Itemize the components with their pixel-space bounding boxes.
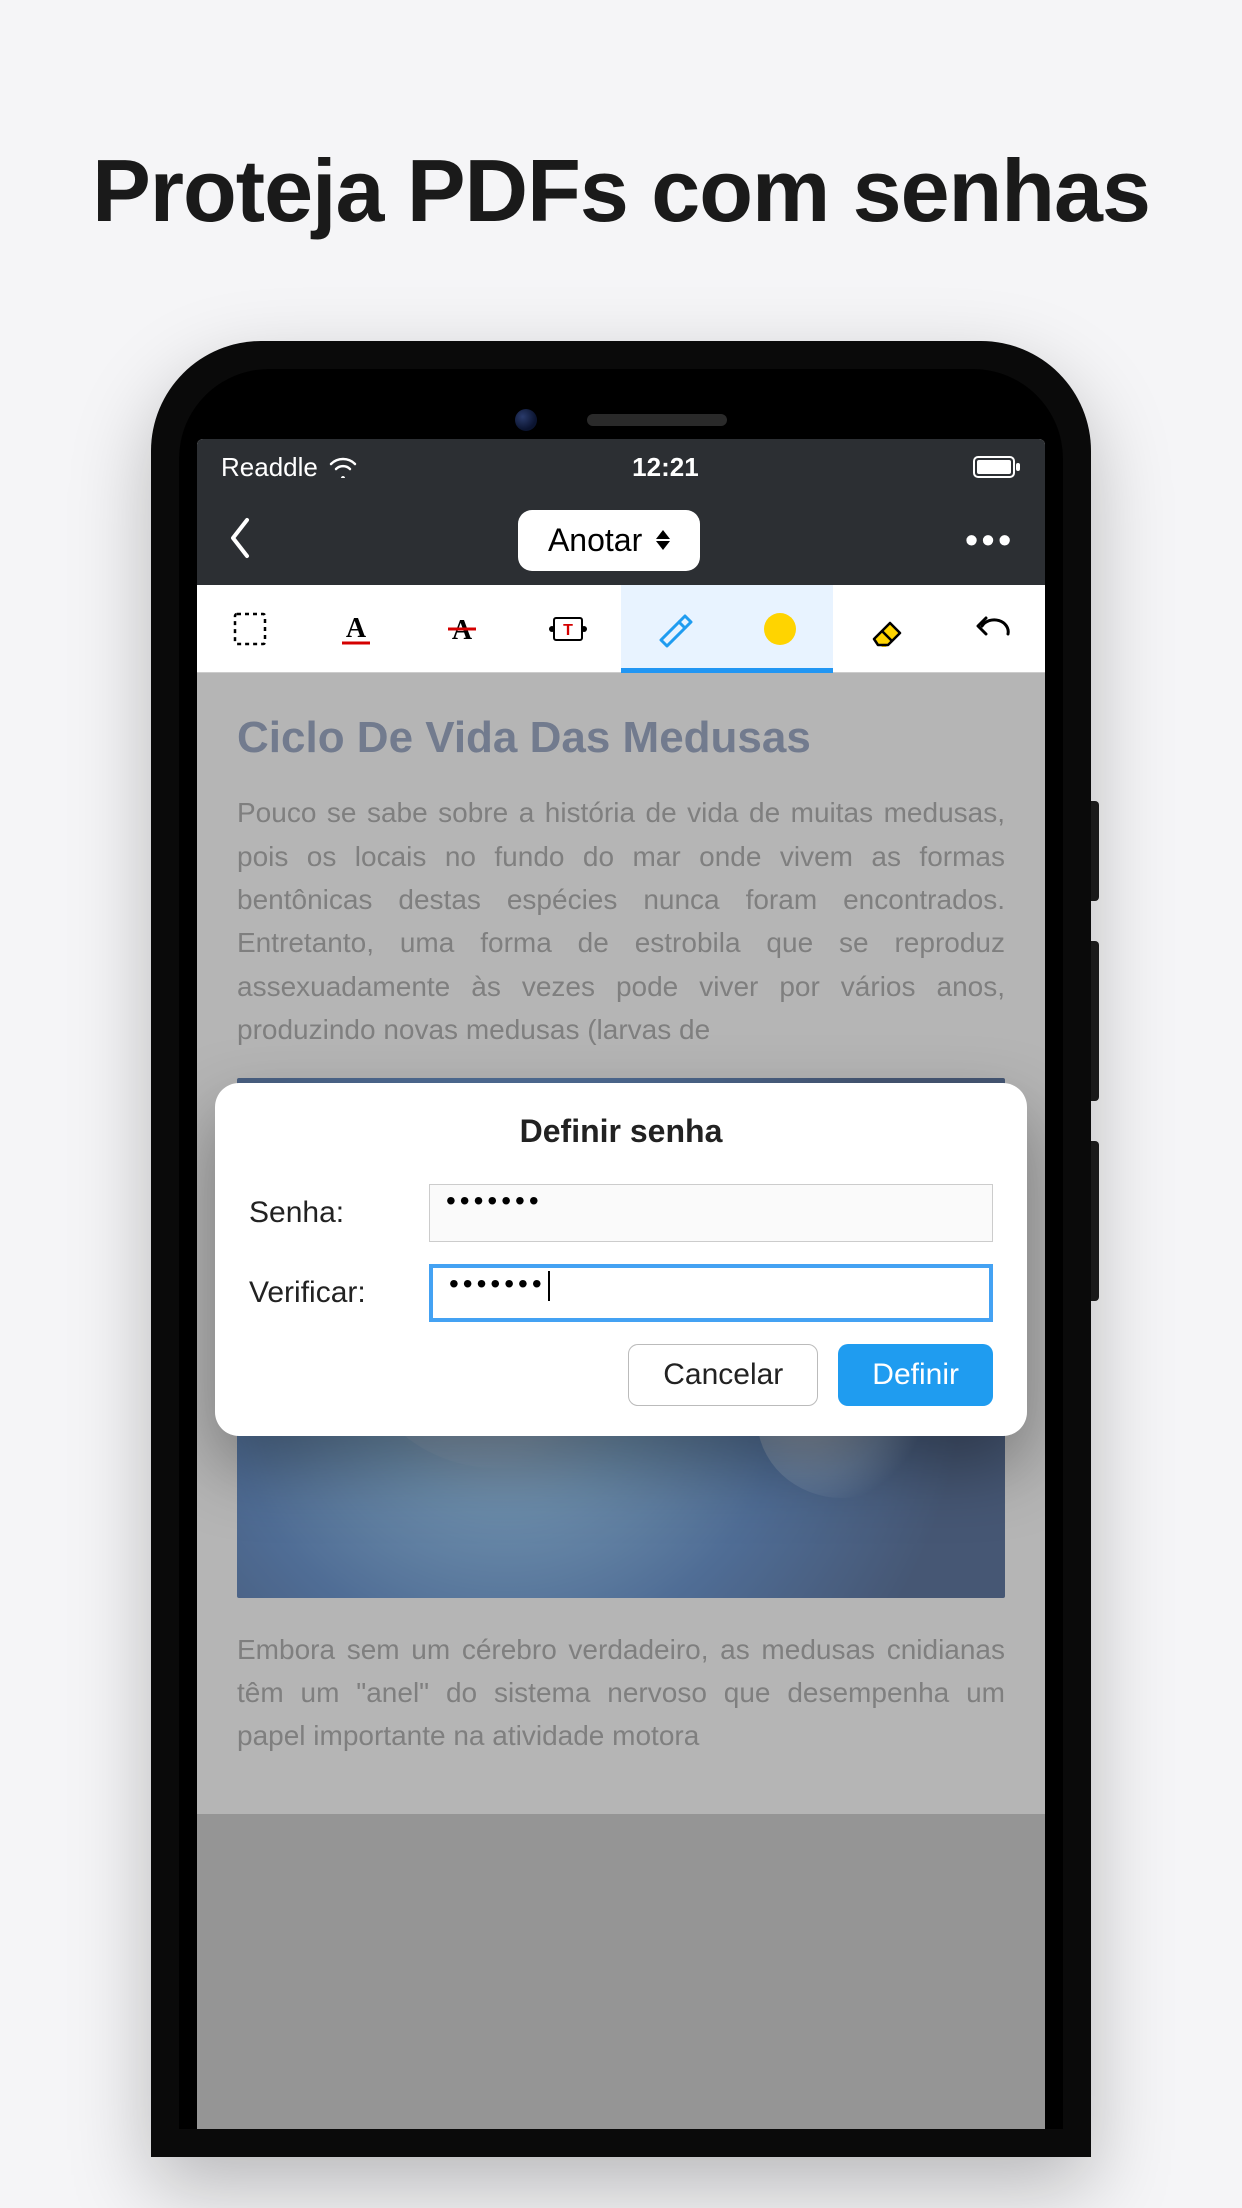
phone-side-button [1091, 801, 1099, 901]
tool-highlighter[interactable] [621, 585, 727, 672]
svg-text:A: A [346, 613, 367, 644]
chevron-updown-icon [656, 530, 670, 550]
phone-side-button [1091, 941, 1099, 1101]
password-label: Senha: [249, 1196, 409, 1230]
status-bar: Readdle 12:21 [197, 439, 1045, 495]
color-swatch-icon [764, 613, 796, 645]
wifi-icon [328, 456, 358, 478]
password-input[interactable]: ••••••• [429, 1184, 993, 1242]
phone-side-button [1091, 1141, 1099, 1301]
confirm-button[interactable]: Definir [838, 1344, 993, 1406]
phone-camera-icon [515, 409, 537, 431]
marketing-headline: Proteja PDFs com senhas [0, 0, 1242, 341]
mode-selector[interactable]: Anotar [518, 510, 700, 571]
tool-strikethrough[interactable]: A [409, 585, 515, 672]
battery-icon [973, 456, 1021, 478]
nav-bar: Anotar ••• [197, 495, 1045, 585]
tool-color[interactable] [727, 585, 833, 672]
tool-textbox[interactable]: T [515, 585, 621, 672]
tool-eraser[interactable] [833, 585, 939, 672]
verify-input[interactable]: ••••••• [429, 1264, 993, 1322]
phone-speaker-icon [587, 414, 727, 426]
tool-select[interactable] [197, 585, 303, 672]
annotate-toolbar: A A T [197, 585, 1045, 673]
mode-label: Anotar [548, 522, 642, 559]
clock-label: 12:21 [632, 452, 699, 483]
svg-text:T: T [563, 622, 573, 639]
set-password-dialog: Definir senha Senha: ••••••• Verificar: … [215, 1083, 1027, 1436]
cancel-button[interactable]: Cancelar [628, 1344, 818, 1406]
tool-undo[interactable] [939, 585, 1045, 672]
dialog-title: Definir senha [249, 1113, 993, 1150]
carrier-label: Readdle [221, 452, 318, 483]
app-screen: Readdle 12:21 [197, 439, 1045, 2129]
back-button[interactable] [227, 516, 253, 565]
more-button[interactable]: ••• [965, 519, 1015, 561]
verify-label: Verificar: [249, 1276, 409, 1310]
tool-underline[interactable]: A [303, 585, 409, 672]
phone-mockup: Readdle 12:21 [151, 341, 1091, 2157]
document-viewport[interactable]: Ciclo De Vida Das Medusas Pouco se sabe … [197, 673, 1045, 2129]
